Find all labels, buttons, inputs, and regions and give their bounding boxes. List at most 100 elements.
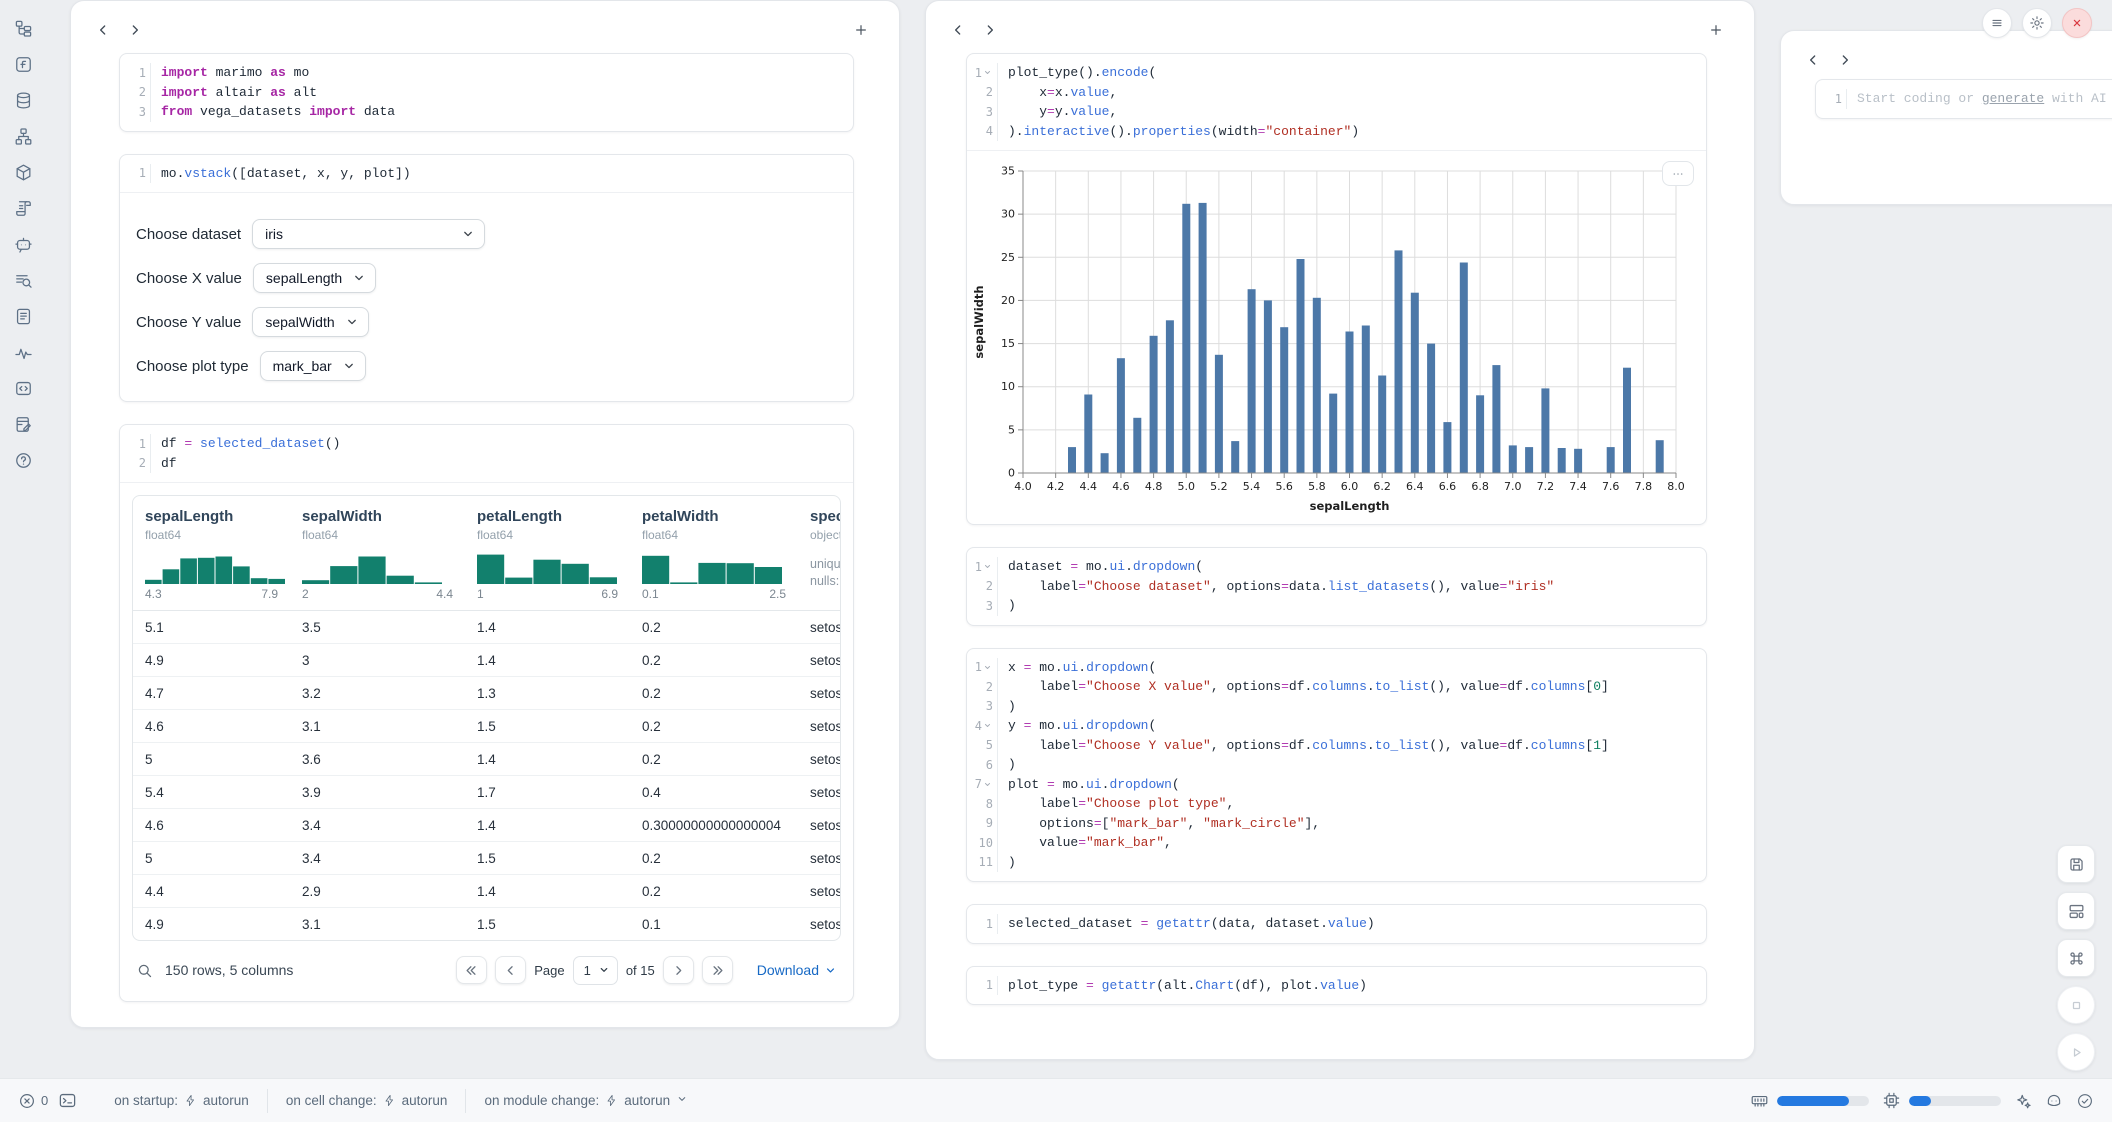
code-editor[interactable]: 1Start coding or generate with AI [1816, 80, 2112, 118]
table-cell: 0.4 [630, 785, 798, 800]
code-editor[interactable]: 1import marimo as mo2import altair as al… [120, 54, 853, 131]
table-footer: 150 rows, 5 columnsPage1of 15Download [132, 951, 841, 989]
code-editor[interactable]: 1x = mo.ui.dropdown(2 label="Choose X va… [967, 649, 1706, 882]
chart-output: 4.04.24.44.64.85.05.25.45.65.86.06.26.46… [967, 150, 1706, 524]
svg-text:sepalLength: sepalLength [1310, 499, 1390, 513]
fold-chevron-icon[interactable] [983, 562, 993, 572]
rail-button-tracing[interactable] [8, 338, 38, 366]
check-circle-button[interactable] [2076, 1092, 2094, 1110]
code-line: 1selected_dataset = getattr(data, datase… [967, 914, 1706, 934]
runtime-config-on-module-change-[interactable]: on module change:autorun [484, 1093, 688, 1108]
column-header-sepalwidth[interactable]: sepalWidthfloat6424.4 [290, 508, 465, 601]
fold-chevron-icon[interactable] [983, 68, 993, 78]
dots-icon [1670, 166, 1686, 182]
rail-button-help[interactable] [8, 446, 38, 474]
tracing-icon [14, 343, 33, 362]
code-editor[interactable]: 1dataset = mo.ui.dropdown(2 label="Choos… [967, 548, 1706, 625]
altair-bar-chart[interactable]: 4.04.24.44.64.85.05.25.45.65.86.06.26.46… [969, 159, 1688, 517]
table-cell: 1.5 [465, 719, 630, 734]
errors-button[interactable]: 0 [18, 1092, 48, 1110]
code-editor[interactable]: 1selected_dataset = getattr(data, datase… [967, 905, 1706, 943]
menu-button[interactable] [1982, 8, 2012, 38]
rail-button-dependencies[interactable] [8, 122, 38, 150]
rail-button-search-list[interactable] [8, 266, 38, 294]
fold-chevron-icon[interactable] [983, 721, 993, 731]
code-editor[interactable]: 1df = selected_dataset()2df [120, 425, 853, 482]
column-name: species [810, 508, 840, 525]
column-header-petallength[interactable]: petalLengthfloat6416.9 [465, 508, 630, 601]
rail-button-functions[interactable] [8, 50, 38, 78]
table-cell: 0.2 [630, 620, 798, 635]
column-histogram-chart [477, 552, 617, 584]
table-row: 4.931.40.2setosa [133, 644, 840, 677]
panel-next-button[interactable] [1831, 47, 1859, 73]
column-header-sepallength[interactable]: sepalLengthfloat644.37.9 [133, 508, 290, 601]
column-header-petalwidth[interactable]: petalWidthfloat640.12.5 [630, 508, 798, 601]
download-button[interactable]: Download [757, 962, 837, 978]
code-editor[interactable]: 1plot_type = getattr(alt.Chart(df), plot… [967, 967, 1706, 1005]
add-cell-button[interactable] [847, 17, 875, 43]
table-cell: 0.2 [630, 653, 798, 668]
panel-prev-button[interactable] [89, 17, 117, 43]
panel-nav [71, 1, 899, 43]
code-line: 10 value="mark_bar", [967, 833, 1706, 853]
chart-actions-button[interactable] [1662, 161, 1694, 186]
code-line: 6) [967, 755, 1706, 775]
choose-y-value-select[interactable]: sepalWidth [252, 307, 368, 337]
layout-icon [2067, 902, 2086, 921]
last-page-button[interactable] [702, 956, 733, 984]
toggle-layout-button[interactable] [2057, 892, 2095, 930]
column-header-species[interactable]: speciesobjectunique:nulls: [798, 508, 840, 601]
chevron-down-icon [342, 359, 356, 373]
svg-text:10: 10 [1001, 380, 1015, 393]
code-line: 2df [120, 454, 853, 474]
search-button[interactable] [136, 962, 153, 979]
rail-button-chat[interactable] [8, 230, 38, 258]
rail-button-scratchpad[interactable] [8, 410, 38, 438]
runtime-config-on-startup-[interactable]: on startup:autorun [114, 1093, 249, 1108]
fold-chevron-icon[interactable] [983, 779, 993, 789]
fold-chevron-icon[interactable] [983, 662, 993, 672]
rail-button-file-tree[interactable] [8, 14, 38, 42]
chevron-down-icon [598, 964, 610, 976]
rail-button-datasources[interactable] [8, 86, 38, 114]
gear-button[interactable] [2022, 8, 2052, 38]
code-editor[interactable]: 1mo.vstack([dataset, x, y, plot]) [120, 155, 853, 193]
panel-prev-button[interactable] [944, 17, 972, 43]
chevron-down-icon [345, 315, 359, 329]
first-page-button[interactable] [456, 956, 487, 984]
table-cell: 2.9 [290, 884, 465, 899]
svg-text:25: 25 [1001, 251, 1015, 264]
choose-dataset-select[interactable]: iris [252, 219, 485, 249]
code-editor[interactable]: 1plot_type().encode(2 x=x.value,3 y=y.va… [967, 54, 1706, 150]
table-row: 4.63.41.40.30000000000000004setosa [133, 809, 840, 842]
copilot-button[interactable] [2045, 1092, 2063, 1110]
terminal-button[interactable] [58, 1091, 77, 1110]
run-all-button[interactable] [2057, 1033, 2095, 1071]
next-page-button[interactable] [663, 956, 694, 984]
table-cell: 1.4 [465, 620, 630, 635]
panel-next-button[interactable] [121, 17, 149, 43]
rail-button-logs[interactable] [8, 194, 38, 222]
runtime-config-on-cell-change-[interactable]: on cell change:autorun [286, 1093, 448, 1108]
panel-next-button[interactable] [976, 17, 1004, 43]
rail-button-documentation[interactable] [8, 302, 38, 330]
choose-x-value-select[interactable]: sepalLength [253, 263, 376, 293]
table-cell: 5 [133, 752, 290, 767]
page-number-select[interactable]: 1 [573, 956, 618, 985]
save-button[interactable] [2057, 845, 2095, 883]
rail-button-snippets[interactable] [8, 374, 38, 402]
svg-text:0: 0 [1008, 467, 1015, 480]
dependencies-icon [14, 127, 33, 146]
close-button[interactable] [2062, 8, 2092, 38]
choose-plot-type-select[interactable]: mark_bar [260, 351, 366, 381]
add-cell-button[interactable] [1702, 17, 1730, 43]
chevron-left-icon [503, 963, 518, 978]
previous-page-button[interactable] [495, 956, 526, 984]
keyboard-shortcuts-button[interactable] [2057, 939, 2095, 977]
interrupt-button[interactable] [2057, 986, 2095, 1024]
panel-prev-button[interactable] [1799, 47, 1827, 73]
sparkles-button[interactable] [2014, 1092, 2032, 1110]
column-name: petalWidth [642, 508, 786, 525]
rail-button-packages[interactable] [8, 158, 38, 186]
